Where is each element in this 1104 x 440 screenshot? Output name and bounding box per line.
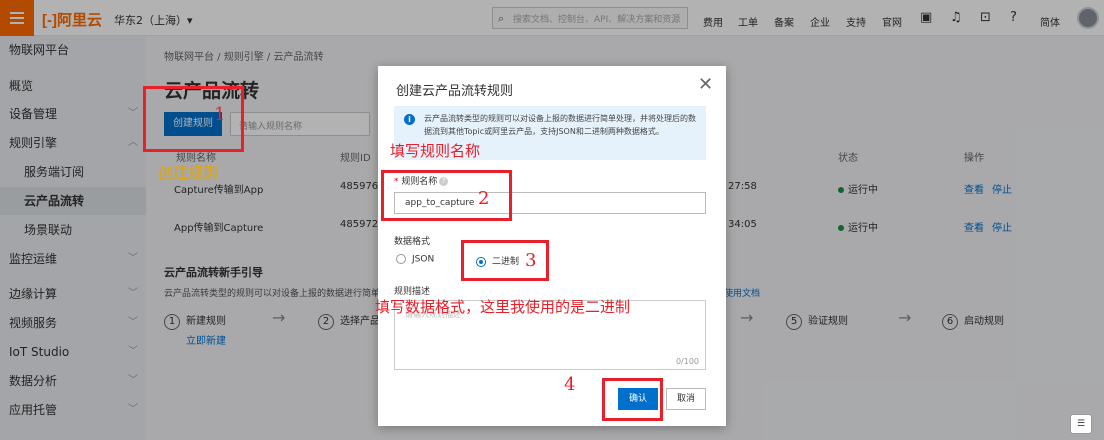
tip-text: 云产品流转类型的规则可以对设备上报的数据进行简单处理，并将处理后的数据流到其他T… [424, 114, 696, 136]
dialog-title: 创建云产品流转规则 [396, 84, 514, 99]
radio-label: JSON [412, 254, 435, 265]
annotation-number-3: 3 [525, 250, 537, 271]
annotation-number-4: 4 [564, 374, 576, 395]
info-icon: i [404, 114, 415, 125]
feedback-icon[interactable]: ☰ [1070, 414, 1092, 434]
annotation-box-2 [381, 170, 512, 221]
format-json-radio[interactable]: JSON [396, 254, 434, 265]
annotation-fill-name: 填写规则名称 [390, 142, 481, 160]
data-format-label: 数据格式 [394, 237, 431, 247]
char-counter: 0/100 [675, 357, 699, 366]
radio-icon [396, 254, 406, 264]
create-rule-dialog: 创建云产品流转规则 ✕ i 云产品流转类型的规则可以对设备上报的数据进行简单处理… [378, 66, 726, 426]
annotation-number-1: 1 [214, 104, 226, 125]
annotation-fill-format: 填写数据格式，这里我使用的是二进制 [375, 298, 631, 316]
close-icon[interactable]: ✕ [698, 74, 713, 95]
cancel-button[interactable]: 取消 [666, 388, 706, 410]
annotation-create-rule: 创建规则 [158, 164, 219, 182]
annotation-box-1 [143, 86, 244, 152]
annotation-box-4 [602, 378, 663, 421]
annotation-number-2: 2 [478, 188, 490, 209]
